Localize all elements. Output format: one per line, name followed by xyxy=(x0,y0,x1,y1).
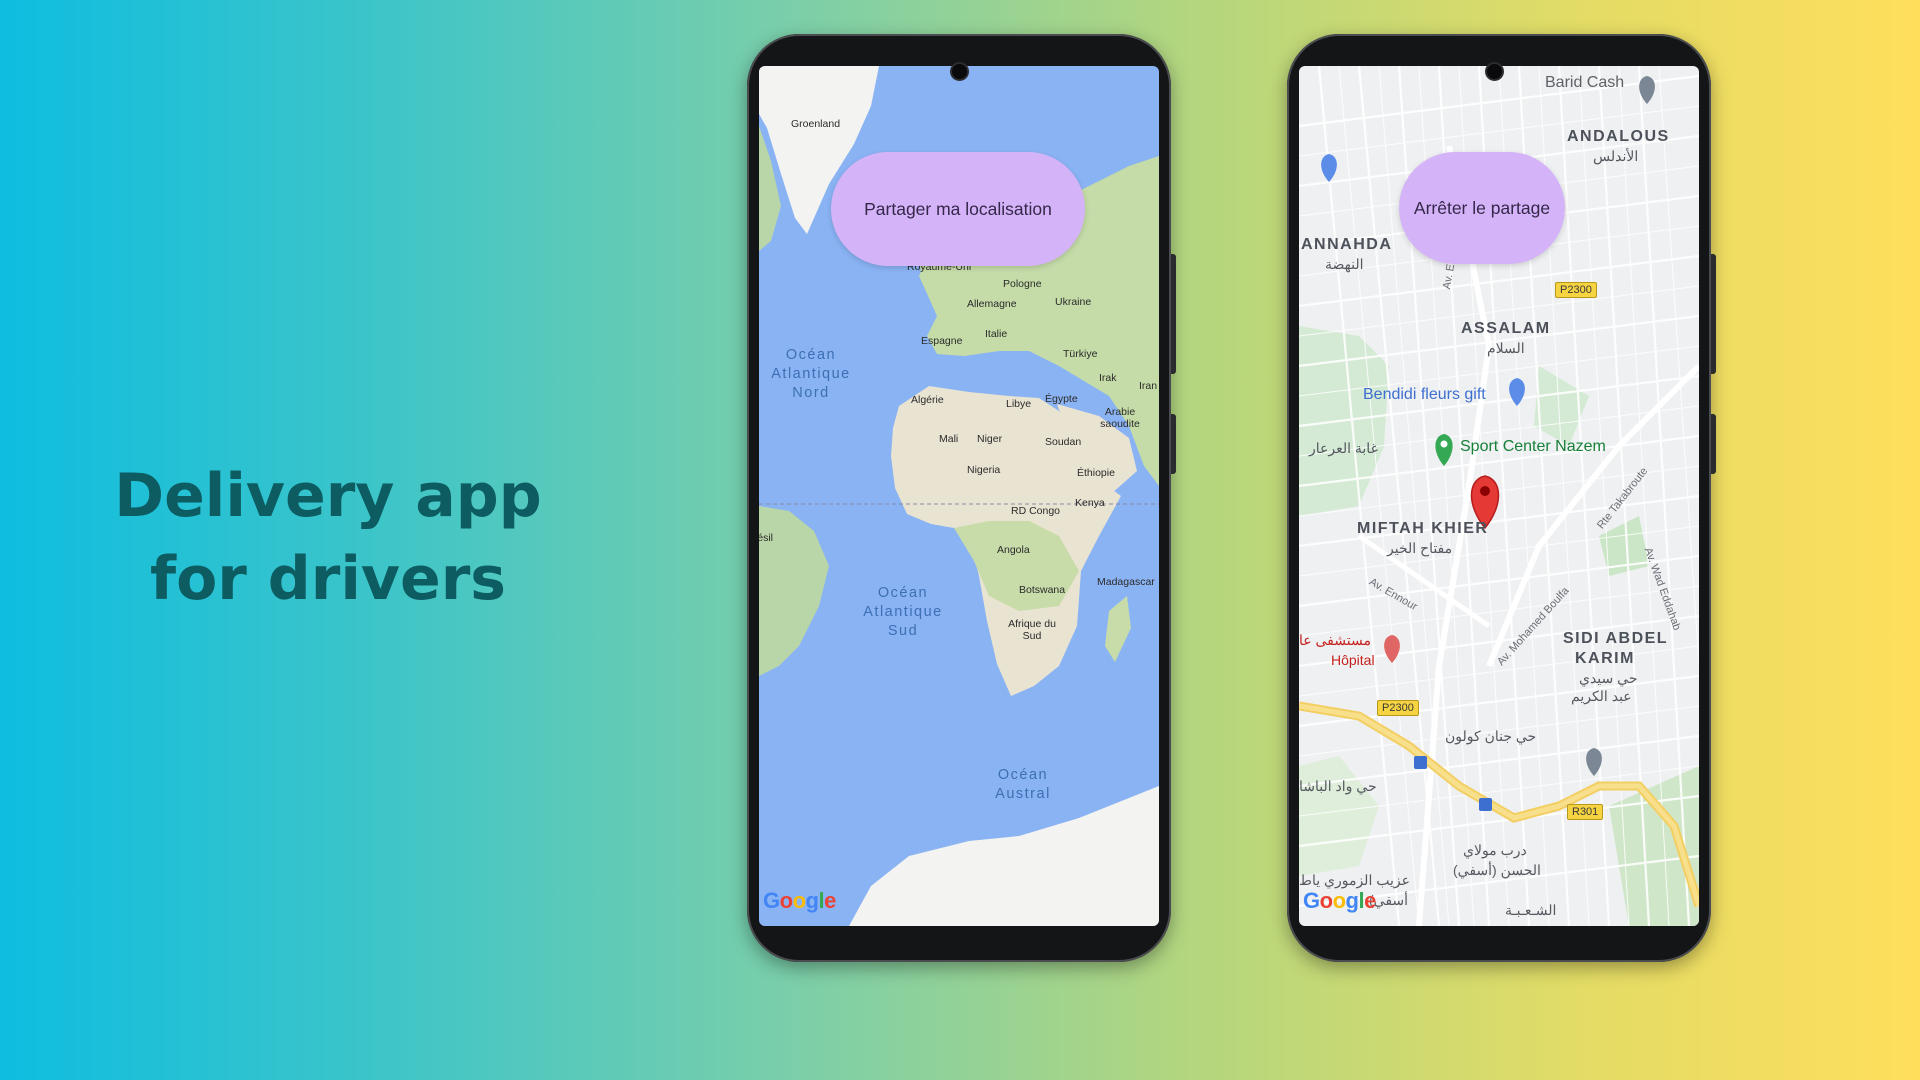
volume-button xyxy=(1171,254,1176,374)
marker-dot xyxy=(1480,486,1490,496)
poi-barid-cash[interactable]: Barid Cash xyxy=(1545,74,1624,92)
phone-stop-sharing: Barid Cash ANDALOUS الأندلس ANNAHDA النه… xyxy=(1287,34,1716,962)
shop-pin xyxy=(1321,154,1337,182)
bus-stop-icon xyxy=(1479,798,1492,811)
ocean-na-l3: Nord xyxy=(792,385,830,401)
ocean-so-l2: Austral xyxy=(995,786,1051,802)
label-madagascar: Madagascar xyxy=(1097,576,1155,588)
hospital-pin xyxy=(1384,635,1400,663)
bus-stop-icon xyxy=(1414,756,1427,769)
poi-sport-center[interactable]: Sport Center Nazem xyxy=(1460,438,1606,456)
district-karim: KARIM xyxy=(1575,650,1635,667)
ocean-southern: Océan Austral xyxy=(973,766,1073,804)
label-angola: Angola xyxy=(997,544,1030,556)
world-map[interactable]: Groenland Royaume-Uni Pologne Allemagne … xyxy=(759,66,1159,926)
district-sidi-ar-1: حي سيدي xyxy=(1579,670,1638,686)
district-sidi-abdel: SIDI ABDEL xyxy=(1563,630,1669,647)
district-assalam: ASSALAM xyxy=(1461,320,1551,337)
place-azib: عزيب الزموري ياط xyxy=(1299,872,1410,888)
label-libya: Libye xyxy=(1006,398,1032,410)
road-shield-p2300-south: P2300 xyxy=(1377,700,1419,716)
ocean-north-atlantic: Océan Atlantique Nord xyxy=(761,346,861,403)
district-annahda-ar: النهضة xyxy=(1325,256,1364,272)
label-saudi-arabia: Arabie saoudite xyxy=(1100,406,1140,430)
label-south-africa: Afrique du Sud xyxy=(1008,618,1056,642)
ocean-so-l1: Océan xyxy=(997,767,1049,783)
label-dr-congo: RD Congo xyxy=(1011,505,1061,517)
ocean-sa-l1: Océan xyxy=(877,585,929,601)
ocean-na-l1: Océan xyxy=(785,347,837,363)
google-attribution: Google xyxy=(763,888,836,913)
road-shield-r301: R301 xyxy=(1567,804,1604,820)
label-brazil: Brésil xyxy=(759,532,773,544)
label-spain: Espagne xyxy=(921,335,963,347)
ocean-na-l2: Atlantique xyxy=(771,366,851,382)
label-poland: Pologne xyxy=(1003,278,1042,290)
label-greenland: Groenland xyxy=(791,118,841,130)
poi-bendidi-fleurs[interactable]: Bendidi fleurs gift xyxy=(1363,386,1486,404)
label-italy: Italie xyxy=(985,328,1008,340)
front-camera xyxy=(1487,64,1502,79)
headline: Delivery app for drivers xyxy=(0,455,656,621)
label-niger: Niger xyxy=(977,433,1003,445)
headline-line-1: Delivery app xyxy=(114,461,542,531)
label-germany: Allemagne xyxy=(967,298,1017,310)
google-attribution: Google xyxy=(1303,888,1376,913)
stop-sharing-button[interactable]: Arrêter le partage xyxy=(1399,152,1565,264)
sport-center-pin xyxy=(1435,434,1453,466)
share-location-button[interactable]: Partager ma localisation xyxy=(831,152,1085,266)
poi-hospital[interactable]: Hôpital xyxy=(1331,652,1375,668)
city-map[interactable]: Barid Cash ANDALOUS الأندلس ANNAHDA النه… xyxy=(1299,66,1699,926)
madagascar-shape xyxy=(1105,596,1131,662)
district-sidi-ar-2: عبد الكريم xyxy=(1571,688,1632,704)
label-ethiopia: Éthiopie xyxy=(1077,467,1115,479)
power-button xyxy=(1171,414,1176,474)
label-sudan: Soudan xyxy=(1045,436,1082,448)
label-mali: Mali xyxy=(939,433,959,445)
place-chaaba: الشـعـبـة xyxy=(1505,902,1557,918)
label-ukraine: Ukraine xyxy=(1055,296,1092,308)
label-kenya: Kenya xyxy=(1075,497,1105,509)
district-miftah-ar: مفتاح الخير xyxy=(1387,540,1453,556)
bendidi-pin xyxy=(1509,378,1525,406)
label-egypt: Égypte xyxy=(1045,393,1078,405)
ocean-south-atlantic: Océan Atlantique Sud xyxy=(853,584,953,641)
antarctica-shape xyxy=(849,786,1159,926)
poi-hospital-ar[interactable]: مستشفى عا xyxy=(1299,632,1371,649)
label-iran: Iran xyxy=(1139,380,1158,392)
place-derb-2: الحسن (أسفي) xyxy=(1453,862,1541,878)
phone-share-location: Groenland Royaume-Uni Pologne Allemagne … xyxy=(747,34,1176,962)
park-area-south xyxy=(1299,756,1379,876)
place-ghaba: غابة العرعار xyxy=(1309,440,1378,456)
place-oued: حي واد الباشا xyxy=(1299,778,1377,794)
headline-line-2: for drivers xyxy=(149,544,506,614)
ocean-sa-l2: Atlantique xyxy=(863,604,943,620)
district-andalous-ar: الأندلس xyxy=(1593,148,1639,164)
front-camera xyxy=(952,64,967,79)
label-botswana: Botswana xyxy=(1019,584,1066,596)
district-miftah-khier: MIFTAH KHIER xyxy=(1357,520,1489,537)
district-assalam-ar: السلام xyxy=(1487,340,1525,356)
road-shield-p2300-north: P2300 xyxy=(1555,282,1597,298)
label-turkiye: Türkiye xyxy=(1063,348,1098,360)
volume-button xyxy=(1711,254,1716,374)
place-derb-1: درب مولاي xyxy=(1463,842,1527,858)
district-andalous: ANDALOUS xyxy=(1567,128,1670,145)
label-algeria: Algérie xyxy=(911,394,944,406)
district-annahda: ANNAHDA xyxy=(1301,236,1393,253)
label-nigeria: Nigeria xyxy=(967,464,1001,476)
power-button xyxy=(1711,414,1716,474)
ocean-sa-l3: Sud xyxy=(887,623,919,639)
place-jnane: حي جنان كولون xyxy=(1445,728,1537,744)
label-iraq: Irak xyxy=(1099,372,1117,384)
